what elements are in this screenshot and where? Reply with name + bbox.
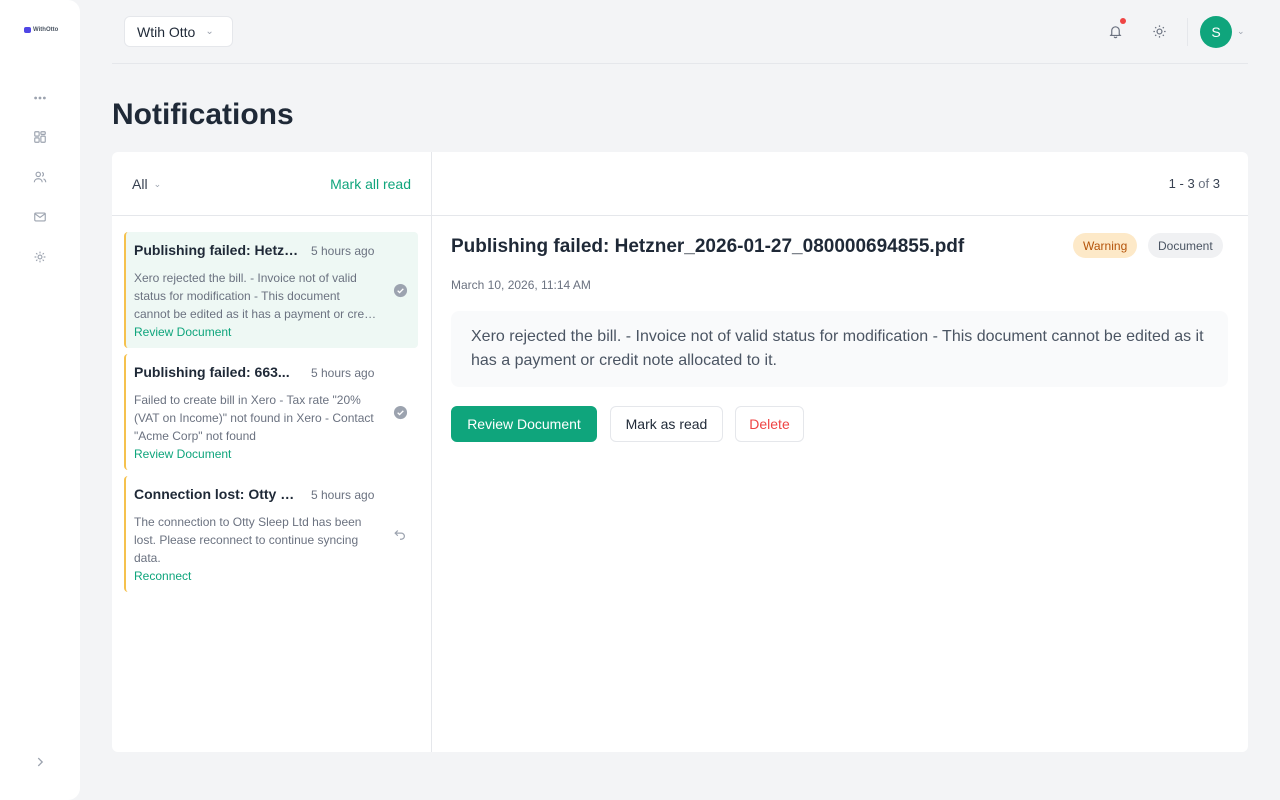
notification-body: Failed to create bill in Xero - Tax rate… xyxy=(134,393,374,443)
pagination-of: of xyxy=(1198,176,1210,191)
page-title: Notifications xyxy=(112,98,294,131)
notification-body: The connection to Otty Sleep Ltd has bee… xyxy=(134,515,362,565)
detail-message: Xero rejected the bill. - Invoice not of… xyxy=(451,311,1228,387)
logo-text: WithOtto xyxy=(33,27,59,33)
topbar-divider xyxy=(1187,18,1188,46)
notification-time: 5 hours ago xyxy=(311,366,375,380)
notification-title: Publishing failed: 663... xyxy=(134,364,290,380)
detail-date: March 10, 2026, 11:14 AM xyxy=(451,278,591,292)
notification-time: 5 hours ago xyxy=(311,244,375,258)
notification-title: Connection lost: Otty Sleep Ltd xyxy=(134,486,302,502)
warning-badge: Warning xyxy=(1073,233,1138,258)
filter-select[interactable]: All ⌄ xyxy=(132,176,161,192)
app-logo[interactable]: WithOtto xyxy=(24,27,58,33)
sun-icon[interactable] xyxy=(1150,22,1168,40)
settings-gear-icon[interactable] xyxy=(32,249,48,265)
mail-icon[interactable] xyxy=(32,209,48,225)
pagination-summary: 1 - 3 of 3 xyxy=(1169,176,1220,191)
notifications-panel: All ⌄ Mark all read Publishing failed: H… xyxy=(112,152,1248,752)
chevron-down-icon: ⌄ xyxy=(205,26,214,37)
document-badge: Document xyxy=(1148,233,1223,258)
organization-select[interactable]: Wtih Otto ⌄ xyxy=(124,16,233,47)
chevron-down-icon[interactable]: ⌄ xyxy=(1237,26,1245,37)
chevron-down-icon: ⌄ xyxy=(153,178,162,189)
organization-name: Wtih Otto xyxy=(137,23,196,40)
review-document-link[interactable]: Review Document xyxy=(134,325,418,347)
list-item[interactable]: Publishing failed: 663... 5 hours ago Fa… xyxy=(124,354,418,470)
detail-title: Publishing failed: Hetzner_2026-01-27_08… xyxy=(451,236,965,257)
list-header: All ⌄ Mark all read xyxy=(112,152,431,216)
check-circle-icon[interactable] xyxy=(392,282,408,298)
mark-all-read-link[interactable]: Mark all read xyxy=(330,176,411,192)
filter-label: All xyxy=(132,176,148,192)
more-dots-icon[interactable] xyxy=(32,90,48,106)
notification-list-column: All ⌄ Mark all read Publishing failed: H… xyxy=(112,152,432,752)
chevron-right-icon[interactable] xyxy=(32,754,48,770)
mark-as-read-button[interactable]: Mark as read xyxy=(610,406,723,442)
pagination-range: 1 - 3 xyxy=(1168,176,1195,191)
detail-header: 1 - 3 of 3 xyxy=(432,152,1248,216)
list-item[interactable]: Connection lost: Otty Sleep Ltd 5 hours … xyxy=(124,476,418,592)
bell-icon[interactable] xyxy=(1106,18,1126,40)
dashboard-grid-icon[interactable] xyxy=(32,129,48,145)
sidebar: WithOtto xyxy=(0,0,80,800)
list-item[interactable]: Publishing failed: Hetzner_2026-01-27_08… xyxy=(124,232,418,348)
users-icon[interactable] xyxy=(32,169,48,185)
notification-list: Publishing failed: Hetzner_2026-01-27_08… xyxy=(124,232,418,598)
notification-body: Xero rejected the bill. - Invoice not of… xyxy=(134,271,377,321)
notification-title: Publishing failed: Hetzner_2026-01-27_08… xyxy=(134,242,302,258)
logo-mark-icon xyxy=(24,27,31,33)
delete-button[interactable]: Delete xyxy=(735,406,804,442)
notification-time: 5 hours ago xyxy=(311,488,375,502)
undo-arrow-icon[interactable] xyxy=(392,526,408,542)
avatar[interactable]: S xyxy=(1200,16,1232,48)
reconnect-link[interactable]: Reconnect xyxy=(134,569,418,591)
review-document-link[interactable]: Review Document xyxy=(134,447,418,469)
pagination-total: 3 xyxy=(1212,176,1220,191)
review-document-button[interactable]: Review Document xyxy=(451,406,597,442)
topbar: Wtih Otto ⌄ S ⌄ xyxy=(112,0,1248,64)
check-circle-icon[interactable] xyxy=(392,404,408,420)
notification-dot xyxy=(1120,18,1126,24)
